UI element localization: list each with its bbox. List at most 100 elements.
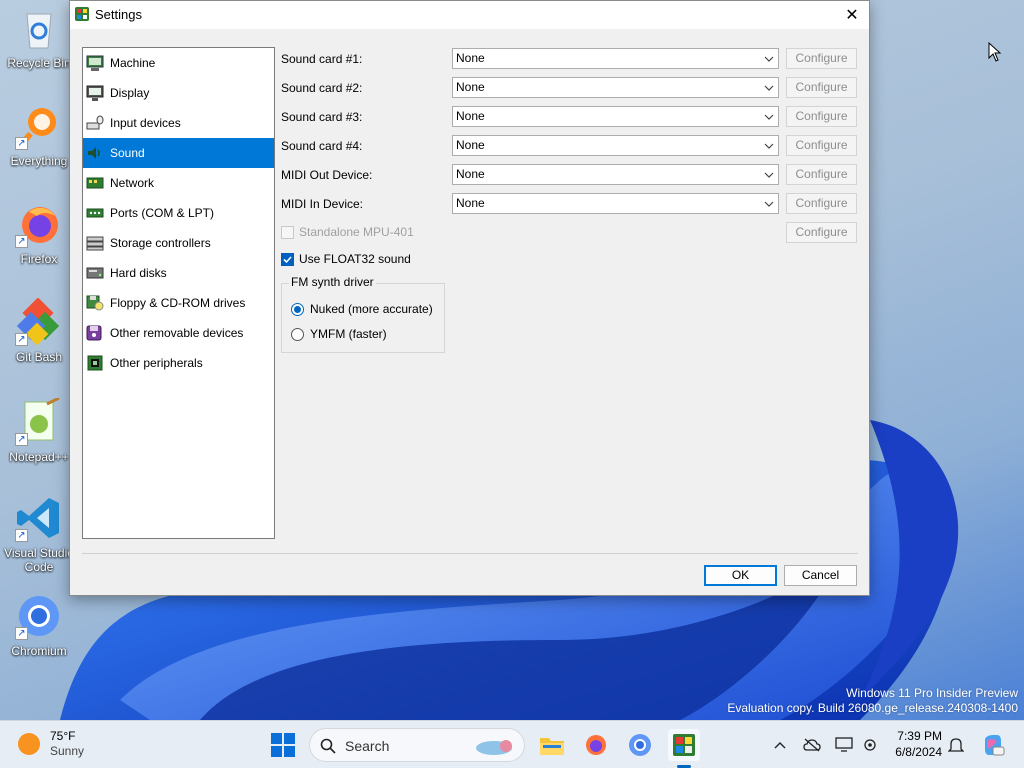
taskbar-chromium[interactable] <box>624 729 656 761</box>
desktop-icon-notepad-plus-plus[interactable]: ↗ Notepad++ <box>2 396 76 478</box>
nav-item-display[interactable]: Display <box>83 78 274 108</box>
midi-in-configure-button[interactable]: Configure <box>786 193 857 214</box>
nav-item-ports[interactable]: Ports (COM & LPT) <box>83 198 274 228</box>
chevron-down-icon <box>764 114 774 120</box>
midi-out-select[interactable]: None <box>452 164 779 185</box>
nav-item-label: Network <box>110 176 155 190</box>
select-value: None <box>456 80 485 94</box>
firefox-icon: ↗ <box>15 200 63 248</box>
mouse-cursor-icon <box>988 42 1002 62</box>
tray-settings[interactable] <box>860 735 880 755</box>
sound-card-1-label: Sound card #1: <box>281 52 363 66</box>
notification-bell-icon <box>948 738 964 752</box>
select-value: None <box>456 196 485 210</box>
ports-icon <box>86 204 104 222</box>
display-icon <box>86 84 104 102</box>
86box-app-icon <box>75 7 89 21</box>
desktop-icon-chromium[interactable]: ↗ Chromium <box>2 592 76 672</box>
settings-category-list[interactable]: Machine Display Input devices Sound Netw… <box>82 47 275 539</box>
tray-notifications[interactable] <box>946 735 966 755</box>
midi-in-select[interactable]: None <box>452 193 779 214</box>
nav-item-label: Machine <box>110 56 156 70</box>
floppy-cdrom-icon <box>86 294 104 312</box>
taskbar-clock[interactable]: 7:39 PM 6/8/2024 <box>890 728 942 760</box>
dialog-separator <box>82 553 858 554</box>
midi-out-configure-button[interactable]: Configure <box>786 164 857 185</box>
sound-card-4-select[interactable]: None <box>452 135 779 156</box>
desktop-icon-git-bash[interactable]: ↗ Git Bash <box>2 297 76 378</box>
sound-card-2-configure-button[interactable]: Configure <box>786 77 857 98</box>
peripherals-icon <box>86 354 104 372</box>
desktop-icon-label: Firefox <box>20 252 58 266</box>
windows-start-icon[interactable] <box>271 733 295 757</box>
nav-item-label: Other removable devices <box>110 326 244 340</box>
chevron-up-icon <box>774 742 786 749</box>
desktop-icon-everything[interactable]: ↗ Everything <box>2 102 76 182</box>
taskbar-file-explorer[interactable] <box>536 729 568 761</box>
taskbar-search-box[interactable]: Search <box>309 728 525 762</box>
nav-item-input-devices[interactable]: Input devices <box>83 108 274 138</box>
sound-card-1-select[interactable]: None <box>452 48 779 69</box>
vscode-icon: ↗ <box>15 494 63 542</box>
nav-item-machine[interactable]: Machine <box>83 48 274 78</box>
fm-ymfm-radio[interactable] <box>291 328 304 341</box>
nav-item-label: Storage controllers <box>110 236 211 250</box>
nav-item-label: Input devices <box>110 116 181 130</box>
weather-text: 75°F Sunny <box>50 729 84 759</box>
shortcut-arrow-icon: ↗ <box>15 333 28 346</box>
select-value: None <box>456 51 485 65</box>
sound-card-3-configure-button[interactable]: Configure <box>786 106 857 127</box>
desktop-icon-recycle-bin[interactable]: Recycle Bin <box>2 4 76 84</box>
sound-card-2-select[interactable]: None <box>452 77 779 98</box>
tray-overflow[interactable] <box>770 735 790 755</box>
sound-card-1-configure-button[interactable]: Configure <box>786 48 857 69</box>
fm-synth-groupbox <box>281 283 445 353</box>
shortcut-arrow-icon: ↗ <box>15 433 28 446</box>
taskbar-86box[interactable] <box>668 729 700 761</box>
86box-icon <box>673 734 695 756</box>
nav-item-storage-controllers[interactable]: Storage controllers <box>83 228 274 258</box>
nav-item-hard-disks[interactable]: Hard disks <box>83 258 274 288</box>
sound-card-3-select[interactable]: None <box>452 106 779 127</box>
nav-item-label: Display <box>110 86 150 100</box>
nav-item-label: Other peripherals <box>110 356 203 370</box>
clock-date: 6/8/2024 <box>895 745 942 759</box>
nav-item-other-peripherals[interactable]: Other peripherals <box>83 348 274 378</box>
use-float32-label: Use FLOAT32 sound <box>299 252 411 266</box>
removable-devices-icon <box>86 324 104 342</box>
nav-item-label: Sound <box>110 146 145 160</box>
nav-item-label: Hard disks <box>110 266 167 280</box>
file-explorer-icon <box>540 738 564 755</box>
cancel-button[interactable]: Cancel <box>784 565 857 586</box>
nav-item-sound[interactable]: Sound <box>83 138 274 168</box>
taskbar-firefox[interactable] <box>580 729 612 761</box>
desktop-icon-label: Recycle Bin <box>7 56 71 70</box>
use-float32-checkbox[interactable] <box>281 253 294 266</box>
settings-icon <box>864 739 876 751</box>
weather-widget[interactable]: 75°F Sunny <box>18 729 84 759</box>
midi-in-label: MIDI In Device: <box>281 197 364 211</box>
desktop-icon-firefox[interactable]: ↗ Firefox <box>2 200 76 280</box>
clock-time: 7:39 PM <box>897 729 942 743</box>
ok-button[interactable]: OK <box>704 565 777 586</box>
sound-card-2-label: Sound card #2: <box>281 81 363 95</box>
nav-item-floppy-cdrom[interactable]: Floppy & CD-ROM drives <box>83 288 274 318</box>
nav-item-network[interactable]: Network <box>83 168 274 198</box>
standalone-mpu-checkbox[interactable] <box>281 226 294 239</box>
search-placeholder: Search <box>345 738 390 754</box>
windows-evaluation-watermark: Windows 11 Pro Insider Preview Evaluatio… <box>727 686 1018 716</box>
tray-display[interactable] <box>834 735 854 755</box>
taskbar: 75°F Sunny Search 7:39 PM 6/8/2024 <box>0 720 1024 768</box>
fm-nuked-radio[interactable] <box>291 303 304 316</box>
shortcut-arrow-icon: ↗ <box>15 627 28 640</box>
midi-out-label: MIDI Out Device: <box>281 168 373 182</box>
close-button[interactable]: ✕ <box>837 1 867 29</box>
tray-onedrive[interactable] <box>802 735 822 755</box>
dialog-titlebar[interactable]: Settings ✕ <box>70 1 869 29</box>
fm-nuked-label: Nuked (more accurate) <box>310 302 433 316</box>
desktop-icon-vscode[interactable]: ↗ Visual Studio Code <box>2 494 76 574</box>
sound-card-4-configure-button[interactable]: Configure <box>786 135 857 156</box>
standalone-mpu-configure-button[interactable]: Configure <box>786 222 857 243</box>
nav-item-removable-devices[interactable]: Other removable devices <box>83 318 274 348</box>
tray-copilot[interactable] <box>980 733 1006 757</box>
